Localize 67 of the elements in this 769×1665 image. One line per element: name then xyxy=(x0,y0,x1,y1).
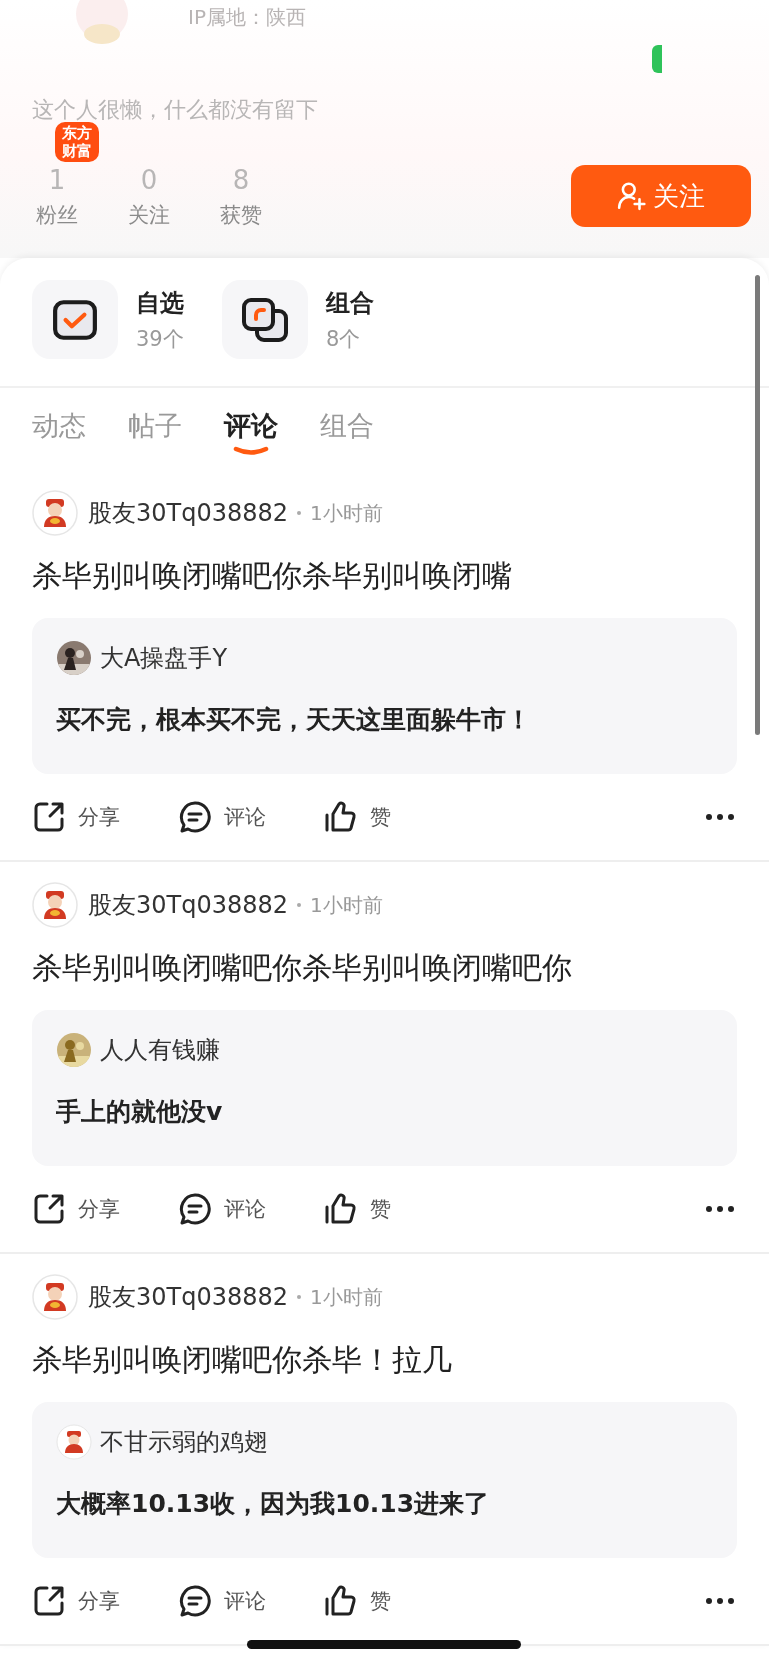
share-button[interactable]: 分享 xyxy=(32,1584,178,1618)
author-name[interactable]: 股友30Tq038882 xyxy=(88,497,289,529)
author-name[interactable]: 股友30Tq038882 xyxy=(88,1281,289,1313)
author-name[interactable]: 股友30Tq038882 xyxy=(88,889,289,921)
shortcut-count: 39个 xyxy=(136,325,184,353)
comment-button[interactable]: 评论 xyxy=(178,800,324,834)
avatar[interactable] xyxy=(32,490,78,536)
separator-dot xyxy=(297,1295,302,1299)
tab[interactable]: 评论 xyxy=(224,408,278,444)
stat-value: 8 xyxy=(232,165,250,195)
stacked-squares-icon xyxy=(241,296,289,343)
reply-author[interactable]: 大A操盘手Y xyxy=(100,642,228,674)
share-icon xyxy=(32,1584,66,1618)
reply-text: 手上的就他没v xyxy=(56,1096,224,1128)
comment-icon xyxy=(178,800,212,834)
tab-underline xyxy=(233,446,269,456)
share-button[interactable]: 分享 xyxy=(32,800,178,834)
shortcut-title: 自选 xyxy=(136,287,184,319)
thumbs-up-icon xyxy=(324,800,358,834)
like-button[interactable]: 赞 xyxy=(324,1584,470,1618)
shortcut-tile[interactable] xyxy=(32,280,118,359)
thumbs-up-icon xyxy=(324,1584,358,1618)
avatar[interactable] xyxy=(32,882,78,928)
comment-button[interactable]: 评论 xyxy=(178,1192,324,1226)
comment-icon xyxy=(178,1584,212,1618)
reply-text: 大概率10.13收，因为我10.13进来了 xyxy=(56,1488,491,1520)
comment-button[interactable]: 评论 xyxy=(178,1584,324,1618)
reply-author[interactable]: 人人有钱赚 xyxy=(100,1034,220,1066)
comment-icon xyxy=(178,1192,212,1226)
reply-author[interactable]: 不甘示弱的鸡翅 xyxy=(100,1426,268,1458)
stat-label: 获赞 xyxy=(220,202,262,229)
shortcut-count: 8个 xyxy=(326,325,362,353)
share-icon xyxy=(32,800,66,834)
comment-text: 杀毕别叫唤闭嘴吧你杀毕别叫唤闭嘴吧你 xyxy=(32,949,573,987)
like-button[interactable]: 赞 xyxy=(324,1192,470,1226)
separator-dot xyxy=(297,511,302,515)
status-tag-icon xyxy=(652,45,662,73)
stat-label: 粉丝 xyxy=(36,202,78,229)
quoted-reply-card[interactable]: 大A操盘手Y 买不完，根本买不完，天天这里面躲牛市！ xyxy=(32,618,737,774)
thumbs-up-icon xyxy=(324,1192,358,1226)
share-button[interactable]: 分享 xyxy=(32,1192,178,1226)
avatar xyxy=(56,1424,92,1460)
like-button[interactable]: 赞 xyxy=(324,800,470,834)
separator-dot xyxy=(297,903,302,907)
ip-location: IP属地：陕西 xyxy=(188,4,306,31)
stat-value: 0 xyxy=(140,165,158,195)
add-user-icon xyxy=(617,181,647,211)
avatar[interactable] xyxy=(32,1274,78,1320)
more-icon[interactable] xyxy=(705,1205,735,1213)
quoted-reply-card[interactable]: 不甘示弱的鸡翅 大概率10.13收，因为我10.13进来了 xyxy=(32,1402,737,1558)
shortcut-tile[interactable] xyxy=(222,280,308,359)
quoted-reply-card[interactable]: 人人有钱赚 手上的就他没v xyxy=(32,1010,737,1166)
shortcut-title: 组合 xyxy=(326,287,374,319)
checkbox-icon xyxy=(52,298,98,341)
post-time: 1小时前 xyxy=(310,499,383,527)
more-icon[interactable] xyxy=(705,1597,735,1605)
comment-text: 杀毕别叫唤闭嘴吧你杀毕！拉几 xyxy=(32,1341,453,1379)
comment-text: 杀毕别叫唤闭嘴吧你杀毕别叫唤闭嘴 xyxy=(32,557,513,595)
app-logo: 东方 财富 xyxy=(55,122,99,162)
reply-text: 买不完，根本买不完，天天这里面躲牛市！ xyxy=(56,704,532,736)
stat-value: 1 xyxy=(48,165,66,195)
more-icon[interactable] xyxy=(705,813,735,821)
stat-label: 关注 xyxy=(128,202,170,229)
bio-text: 这个人很懒，什么都没有留下 xyxy=(32,96,319,124)
post-time: 1小时前 xyxy=(310,1283,383,1311)
share-icon xyxy=(32,1192,66,1226)
post-time: 1小时前 xyxy=(310,891,383,919)
